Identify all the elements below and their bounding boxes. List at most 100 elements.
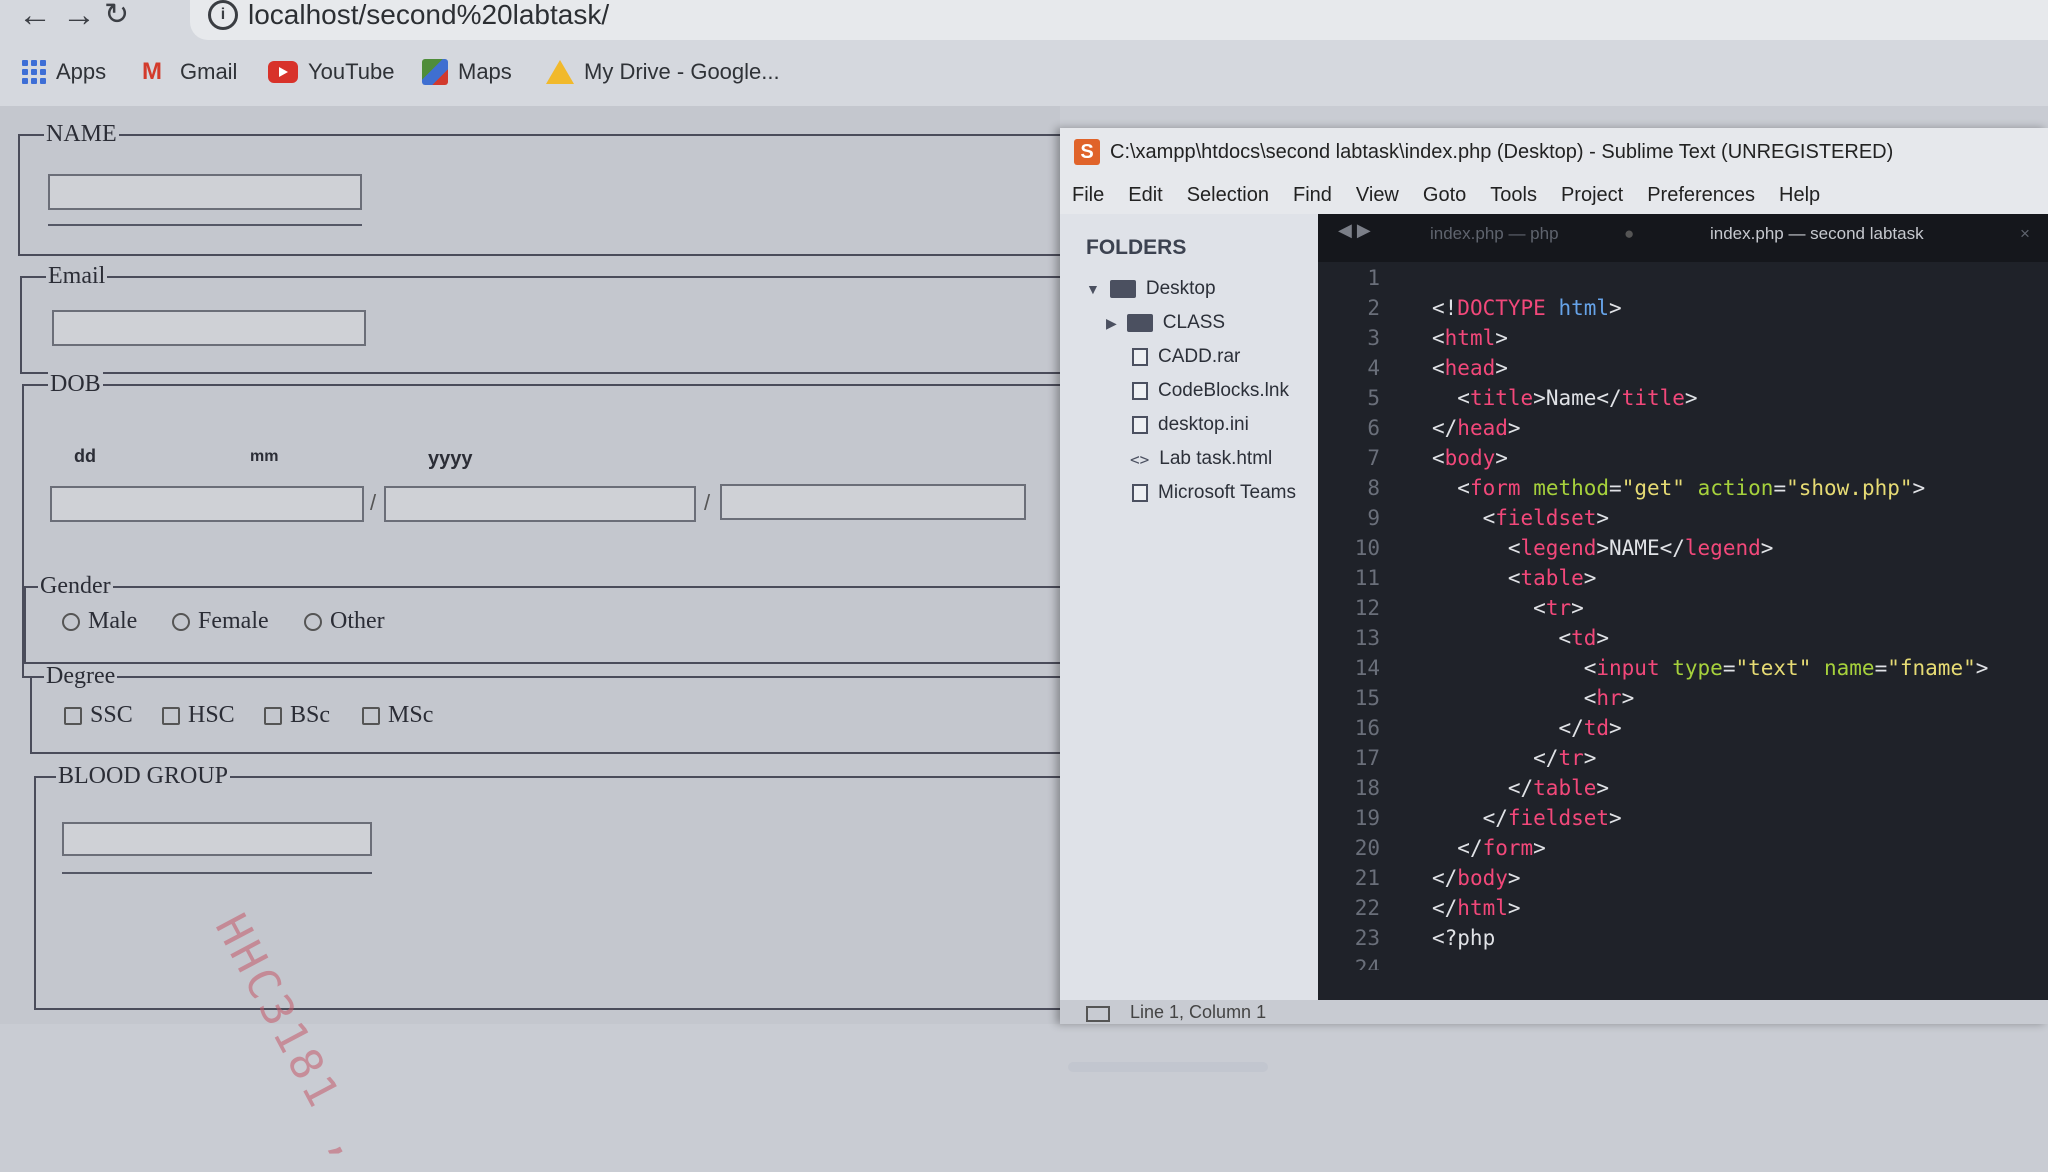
tree-item-label: CLASS (1162, 312, 1226, 333)
sublime-logo-icon: S (1074, 139, 1100, 165)
degree-fieldset: Degree SSC HSC BSc MSc (30, 664, 1090, 754)
address-bar[interactable]: i localhost/second%20labtask/ (190, 0, 2048, 40)
folders-title: FOLDERS (1086, 236, 1187, 259)
bookmark-maps[interactable]: Maps (422, 54, 512, 90)
code-area[interactable]: 1 2 <!DOCTYPE html> 3 <html> 4 <head> 5 <ti… (1318, 266, 2048, 1006)
close-tab-icon[interactable]: × (2020, 224, 2030, 244)
code-line: 4 <head> (1367, 356, 1508, 380)
bookmark-label: My Drive - Google... (584, 59, 780, 84)
chevron-right-icon[interactable]: ▶ (1106, 315, 1117, 332)
bookmark-youtube[interactable]: YouTube (268, 54, 394, 90)
code-line: 3 <html> (1367, 326, 1508, 350)
email-input[interactable] (52, 310, 366, 346)
file-icon (1132, 382, 1148, 400)
name-legend: NAME (44, 121, 119, 147)
menu-selection[interactable]: Selection (1187, 184, 1269, 207)
code-file-icon: <> (1130, 449, 1150, 469)
code-line: 22 </html> (1354, 896, 1521, 920)
degree-bsc-checkbox[interactable]: BSc (264, 702, 330, 729)
radio-icon[interactable] (172, 612, 190, 631)
tree-item-class[interactable]: ▶ CLASS (1106, 312, 1225, 334)
info-icon[interactable]: i (208, 0, 238, 30)
tree-item-codeblocks[interactable]: CodeBlocks.lnk (1132, 380, 1289, 402)
code-editor[interactable]: ◀ ▶ index.php — php ● index.php — second… (1318, 214, 2048, 1024)
code-line: 10 <legend>NAME</legend> (1354, 536, 1774, 560)
gender-option-label: Male (88, 608, 138, 634)
tree-item-desktop[interactable]: ▼ Desktop (1086, 278, 1216, 300)
forward-arrow-icon[interactable]: → (62, 0, 96, 32)
back-arrow-icon[interactable]: ← (18, 0, 52, 32)
tree-item-desktop-ini[interactable]: desktop.ini (1132, 414, 1249, 436)
reload-icon[interactable]: ↻ (104, 0, 129, 30)
mm-label: mm (250, 448, 279, 465)
menu-view[interactable]: View (1356, 184, 1399, 207)
name-input[interactable] (48, 174, 362, 210)
code-line: 5 <title>Name</title> (1367, 386, 1698, 410)
code-line: 21 </body> (1354, 866, 1521, 890)
cursor-position: Line 1, Column 1 (1130, 1002, 1267, 1022)
radio-icon[interactable] (304, 612, 322, 631)
dob-separator: / (370, 490, 377, 515)
file-icon (1132, 348, 1148, 366)
url-bar-row: ← → ↻ i localhost/second%20labtask/ (0, 0, 2048, 42)
name-hr (48, 224, 362, 226)
bookmark-apps[interactable]: Apps (22, 54, 106, 90)
gender-legend: Gender (38, 573, 113, 599)
menu-file[interactable]: File (1072, 184, 1104, 207)
tab-nav-arrows-icon[interactable]: ◀ ▶ (1338, 220, 1371, 241)
code-line: 1 (1367, 266, 1380, 290)
menu-help[interactable]: Help (1779, 184, 1820, 207)
bookmark-drive[interactable]: My Drive - Google... (546, 54, 780, 90)
menu-edit[interactable]: Edit (1128, 184, 1162, 207)
email-fieldset: Email (20, 264, 1080, 374)
tree-item-label: Lab task.html (1159, 448, 1273, 469)
sublime-text-window: S C:\xampp\htdocs\second labtask\index.p… (1060, 128, 2048, 1072)
tab-index-php-labtask[interactable]: index.php — second labtask (1710, 224, 1924, 244)
dd-input[interactable] (50, 486, 364, 522)
code-line: 20 </form> (1354, 836, 1546, 860)
tree-item-cadd[interactable]: CADD.rar (1132, 346, 1240, 368)
gender-option-label: Female (198, 608, 269, 634)
yyyy-label: yyyy (428, 448, 473, 470)
gender-other-radio[interactable]: Other (304, 608, 385, 635)
tree-item-lab-task[interactable]: <> Lab task.html (1130, 448, 1272, 470)
degree-ssc-checkbox[interactable]: SSC (64, 702, 133, 729)
code-line: 8 <form method="get" action="show.php"> (1367, 476, 1926, 500)
menu-project[interactable]: Project (1561, 184, 1623, 207)
blood-group-input[interactable] (62, 822, 372, 856)
tree-item-teams[interactable]: Microsoft Teams (1132, 482, 1296, 504)
code-line: 2 <!DOCTYPE html> (1367, 296, 1622, 320)
radio-icon[interactable] (62, 612, 80, 631)
panel-toggle-icon[interactable] (1086, 1006, 1110, 1022)
url-text[interactable]: localhost/second%20labtask/ (248, 0, 609, 30)
degree-hsc-checkbox[interactable]: HSC (162, 702, 235, 729)
sidebar-scrollbar[interactable] (1068, 1062, 1268, 1072)
checkbox-icon[interactable] (362, 706, 380, 725)
code-line: 24 (1354, 956, 1380, 970)
dd-label: dd (74, 446, 96, 466)
gender-female-radio[interactable]: Female (172, 608, 269, 635)
yyyy-input[interactable] (720, 484, 1026, 520)
checkbox-icon[interactable] (64, 706, 82, 725)
code-line: 19 </fieldset> (1354, 806, 1622, 830)
code-line: 11 <table> (1354, 566, 1597, 590)
tab-index-php[interactable]: index.php — php (1430, 224, 1559, 244)
gmail-icon: M (142, 58, 162, 85)
drive-icon (546, 60, 574, 84)
file-icon (1132, 416, 1148, 434)
gender-male-radio[interactable]: Male (62, 608, 137, 635)
checkbox-icon[interactable] (162, 706, 180, 725)
menu-tools[interactable]: Tools (1490, 184, 1537, 207)
degree-msc-checkbox[interactable]: MSc (362, 702, 433, 729)
menu-goto[interactable]: Goto (1423, 184, 1466, 207)
mm-input[interactable] (384, 486, 696, 522)
window-title: C:\xampp\htdocs\second labtask\index.php… (1110, 140, 1894, 163)
code-line: 6 </head> (1367, 416, 1521, 440)
tree-item-label: Microsoft Teams (1158, 482, 1296, 503)
code-line: 9 <fieldset> (1367, 506, 1610, 530)
menu-find[interactable]: Find (1293, 184, 1332, 207)
chevron-down-icon[interactable]: ▼ (1086, 281, 1100, 297)
bookmark-gmail[interactable]: M Gmail (142, 54, 237, 90)
menu-preferences[interactable]: Preferences (1647, 184, 1755, 207)
checkbox-icon[interactable] (264, 706, 282, 725)
